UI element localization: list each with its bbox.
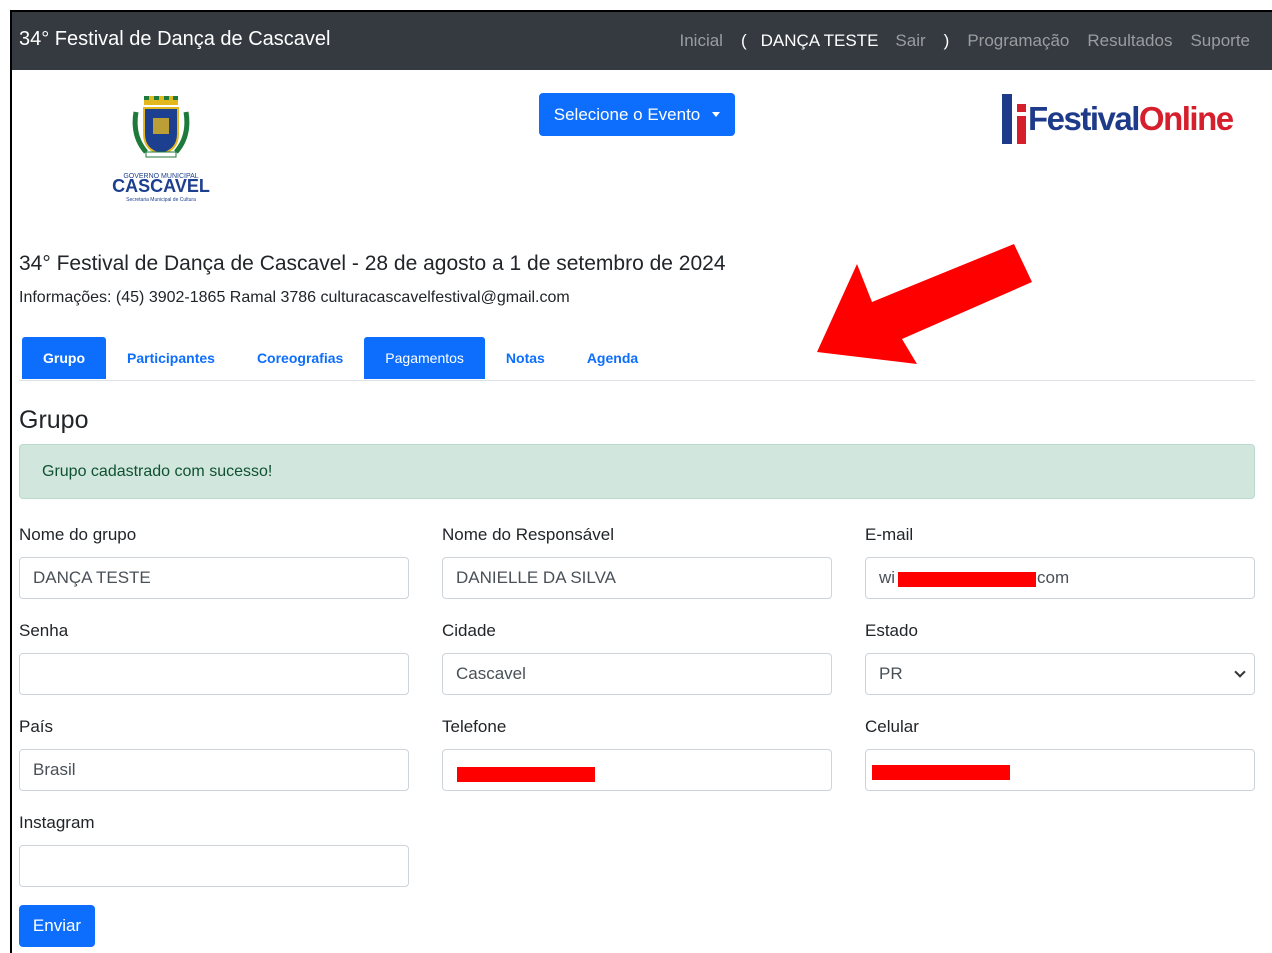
input-instagram[interactable] bbox=[19, 845, 409, 887]
label-responsavel: Nome do Responsável bbox=[442, 525, 614, 544]
field-celular: Celular bbox=[865, 717, 1255, 791]
navbar-brand[interactable]: 34° Festival de Dança de Cascavel bbox=[19, 28, 331, 51]
nav-link-programacao[interactable]: Programação bbox=[967, 31, 1069, 51]
nav-close-paren: ) bbox=[943, 31, 950, 50]
submit-button[interactable]: Enviar bbox=[19, 905, 95, 947]
field-email: E-mail wi com bbox=[865, 525, 1255, 599]
label-estado: Estado bbox=[865, 621, 918, 640]
input-senha[interactable] bbox=[19, 653, 409, 695]
field-senha: Senha bbox=[19, 621, 409, 695]
section-title: Grupo bbox=[19, 406, 89, 434]
redaction-bar bbox=[872, 765, 1010, 780]
nav-link-inicial[interactable]: Inicial bbox=[680, 31, 723, 51]
chevron-down-icon bbox=[1234, 666, 1246, 678]
label-telefone: Telefone bbox=[442, 717, 507, 736]
tab-coreografias[interactable]: Coreografias bbox=[236, 337, 364, 379]
field-nome-grupo: Nome do grupo DANÇA TESTE bbox=[19, 525, 409, 599]
top-navbar: 34° Festival de Dança de Cascavel Inicia… bbox=[12, 12, 1272, 70]
navbar-links: Inicial ( DANÇA TESTE Sair ) Programação… bbox=[662, 31, 1251, 51]
field-cidade: Cidade Cascavel bbox=[442, 621, 832, 695]
input-pais[interactable]: Brasil bbox=[19, 749, 409, 791]
nav-link-sair[interactable]: Sair bbox=[895, 31, 925, 51]
nav-open-paren: ( bbox=[740, 31, 747, 50]
festival-online-logo: FestivalOnline bbox=[1002, 94, 1242, 144]
input-email[interactable]: wi com bbox=[865, 557, 1255, 599]
input-cidade[interactable]: Cascavel bbox=[442, 653, 832, 695]
label-email: E-mail bbox=[865, 525, 914, 544]
select-event-label: Selecione o Evento bbox=[553, 104, 701, 124]
label-nome-grupo: Nome do grupo bbox=[19, 525, 137, 544]
input-responsavel[interactable]: DANIELLE DA SILVA bbox=[442, 557, 832, 599]
logo-line3: Secretaria Municipal de Cultura bbox=[126, 197, 196, 203]
festival-online-mark-icon bbox=[1002, 94, 1026, 144]
label-pais: País bbox=[19, 717, 54, 736]
label-instagram: Instagram bbox=[19, 813, 95, 832]
field-estado: Estado PR bbox=[865, 621, 1255, 695]
browser-frame: 34° Festival de Dança de Cascavel Inicia… bbox=[10, 10, 1272, 953]
label-cidade: Cidade bbox=[442, 621, 496, 640]
input-celular[interactable] bbox=[865, 749, 1255, 791]
field-telefone: Telefone bbox=[442, 717, 832, 791]
field-instagram: Instagram bbox=[19, 813, 409, 887]
tab-grupo[interactable]: Grupo bbox=[22, 337, 106, 379]
tab-notas[interactable]: Notas bbox=[485, 337, 566, 379]
field-responsavel: Nome do Responsável DANIELLE DA SILVA bbox=[442, 525, 832, 599]
select-event-dropdown[interactable]: Selecione o Evento bbox=[539, 93, 735, 136]
field-pais: País Brasil bbox=[19, 717, 409, 791]
festival-online-wordmark: FestivalOnline bbox=[1028, 100, 1234, 137]
event-contact-info: Informações: (45) 3902-1865 Ramal 3786 c… bbox=[19, 289, 570, 306]
tabs-divider bbox=[19, 380, 1255, 381]
nav-user-name: DANÇA TESTE bbox=[760, 31, 879, 50]
tab-participantes[interactable]: Participantes bbox=[106, 337, 236, 379]
tab-bar: Grupo Participantes Coreografias Pagamen… bbox=[22, 337, 659, 379]
nav-link-resultados[interactable]: Resultados bbox=[1087, 31, 1172, 51]
label-senha: Senha bbox=[19, 621, 69, 640]
select-estado[interactable]: PR bbox=[865, 653, 1255, 695]
cascavel-logo: GOVERNO MUNICIPAL CASCAVEL Secretaria Mu… bbox=[104, 96, 218, 204]
redaction-bar bbox=[898, 572, 1036, 587]
nav-link-suporte[interactable]: Suporte bbox=[1190, 31, 1250, 51]
annotation-arrow-icon bbox=[817, 244, 1032, 364]
label-celular: Celular bbox=[865, 717, 919, 736]
tab-pagamentos[interactable]: Pagamentos bbox=[364, 337, 485, 379]
event-title: 34° Festival de Dança de Cascavel - 28 d… bbox=[19, 252, 726, 275]
input-nome-grupo[interactable]: DANÇA TESTE bbox=[19, 557, 409, 599]
success-alert: Grupo cadastrado com sucesso! bbox=[19, 444, 1255, 499]
cascavel-crest-icon: GOVERNO MUNICIPAL CASCAVEL Secretaria Mu… bbox=[112, 96, 210, 203]
input-telefone[interactable] bbox=[442, 749, 832, 791]
tab-agenda[interactable]: Agenda bbox=[566, 337, 659, 379]
logo-line2: CASCAVEL bbox=[112, 176, 210, 196]
redaction-bar bbox=[457, 767, 595, 782]
caret-down-icon bbox=[712, 112, 721, 117]
